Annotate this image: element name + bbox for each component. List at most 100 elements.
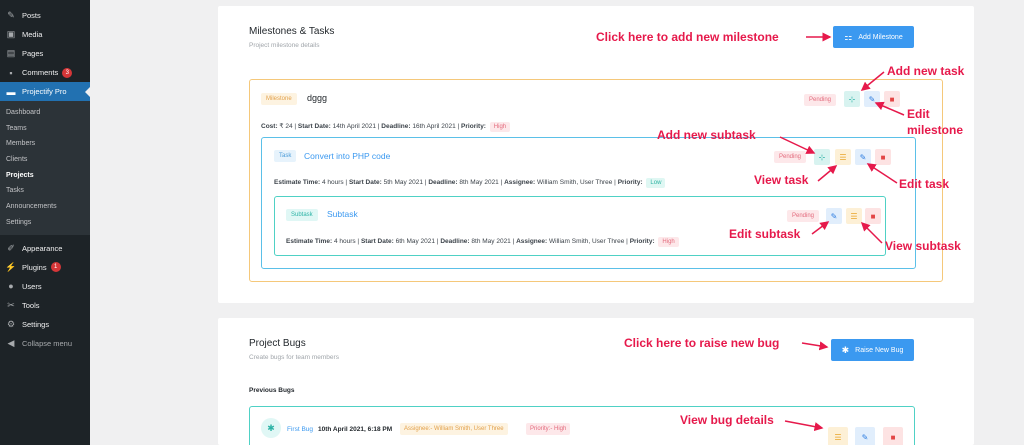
annotation-add-task: Add new task [887,64,965,78]
projectify-submenu: Dashboard Teams Members Clients Projects… [0,101,90,235]
delete-milestone-button[interactable]: ■ [884,91,900,107]
add-milestone-button[interactable]: ⚏ Add Milestone [833,26,914,48]
submenu-clients[interactable]: Clients [0,152,90,168]
bugs-subtitle: Create bugs for team members [249,354,339,361]
edit-bug-button[interactable]: ✎ [855,427,875,445]
menu-item-projectify-pro[interactable]: ▬ Projectify Pro [0,82,90,101]
submenu-teams[interactable]: Teams [0,121,90,137]
bug-priority-badge: Priority:- High [526,423,571,435]
pencil-icon: ✎ [868,94,876,104]
submenu-announcements[interactable]: Announcements [0,199,90,215]
annotation-edit-milestone-line2: milestone [907,123,964,137]
annotation-edit-task: Edit task [899,177,950,191]
view-subtask-button[interactable]: ☰ [846,208,862,224]
menu-item-tools[interactable]: ✂ Tools [0,296,90,315]
annotation-add-milestone: Click here to add new milestone [596,30,779,44]
menu-item-comments[interactable]: ▪ Comments 3 [0,63,90,82]
pencil-icon: ✎ [859,152,867,162]
delete-bug-button[interactable]: ■ [883,427,903,445]
milestones-card: Milestones & Tasks Project milestone det… [218,6,974,303]
comments-count-badge: 3 [62,67,73,78]
submenu-settings[interactable]: Settings [0,215,90,231]
brush-icon: ✐ [7,242,15,253]
annotation-edit-milestone-line1: Edit [907,107,930,121]
plugins-count-badge: 1 [50,262,61,272]
pin-icon: ✎ [7,10,15,20]
milestone-icon: ⚏ [844,31,853,42]
pencil-icon: ✎ [830,211,838,221]
milestone-meta: Cost: ₹ 24 | Start Date: 14th April 2021… [261,122,511,132]
milestone-box: Milestone dggg Pending ⊹ ✎ ■ Cost: ₹ 24 … [249,79,943,282]
milestone-tag: Milestone [261,93,297,105]
annotation-raise-bug: Click here to raise new bug [624,336,780,350]
bug-icon: ✱ [841,344,850,355]
edit-milestone-button[interactable]: ✎ [864,91,880,107]
subtask-tag: Subtask [286,209,318,221]
raise-new-bug-button[interactable]: ✱ Raise New Bug [831,339,914,361]
task-meta: Estimate Time: 4 hours | Start Date: 5th… [274,178,666,188]
milestone-priority-badge: High [489,122,511,132]
delete-task-button[interactable]: ■ [875,149,891,165]
menu-item-plugins[interactable]: ⚡ Plugins 1 [0,258,90,277]
trash-icon: ■ [880,152,886,162]
pencil-icon: ✎ [861,432,869,442]
bugs-card: Project Bugs Create bugs for team member… [218,318,974,445]
edit-subtask-button[interactable]: ✎ [826,208,842,224]
list-icon: ☰ [839,152,847,162]
bug-title-link[interactable]: First Bug [287,426,313,433]
menu-item-media[interactable]: ▣ Media [0,25,90,44]
view-task-button[interactable]: ☰ [835,149,851,165]
folder-icon: ▬ [6,86,16,97]
bugs-title: Project Bugs [249,338,306,349]
submenu-projects[interactable]: Projects [0,168,90,184]
submenu-tasks[interactable]: Tasks [0,183,90,199]
plugin-icon: ⚡ [5,261,17,272]
bug-row: ✱ First Bug 10th April 2021, 6:18 PM Ass… [249,406,915,445]
add-subtask-button[interactable]: ⊹ [814,149,830,165]
menu-item-appearance[interactable]: ✐ Appearance [0,239,90,258]
task-priority-badge: Low [646,178,666,188]
milestone-name: dggg [307,93,328,103]
menu-item-settings[interactable]: ⚙ Settings [0,315,90,334]
milestone-status-badge: Pending [804,94,837,106]
list-icon: ☰ [850,211,858,221]
annotation-view-task: View task [754,173,809,187]
task-box: Task Convert into PHP code Pending ⊹ ☰ ✎… [261,137,916,269]
bug-icon: ✱ [261,418,281,438]
subtask-title-link[interactable]: Subtask [327,209,358,219]
bug-date: 10th April 2021, 6:18 PM [318,426,393,433]
delete-subtask-button[interactable]: ■ [865,208,881,224]
admin-sidebar: ✎ Posts ▣ Media ▤ Pages ▪ Comments 3 ▬ Project… [0,0,90,445]
settings-icon: ⚙ [6,318,16,329]
pages-icon: ▤ [6,48,16,58]
task-title-link[interactable]: Convert into PHP code [304,151,390,161]
collapse-icon: ◀ [7,337,15,348]
menu-item-posts[interactable]: ✎ Posts [0,6,90,25]
plus-icon: ⊹ [848,94,856,104]
milestones-subtitle: Project milestone details [249,42,320,49]
annotation-edit-subtask: Edit subtask [729,227,801,241]
annotation-view-subtask: View subtask [885,239,961,253]
add-task-button[interactable]: ⊹ [844,91,860,107]
view-bug-button[interactable]: ☰ [828,427,848,445]
comment-icon: ▪ [9,67,13,78]
previous-bugs-label: Previous Bugs [249,387,295,394]
subtask-status-badge: Pending [787,210,820,222]
edit-task-button[interactable]: ✎ [855,149,871,165]
list-icon: ☰ [834,432,842,442]
task-tag: Task [274,150,297,162]
menu-item-pages[interactable]: ▤ Pages [0,44,90,63]
users-icon: ● [8,281,14,291]
menu-item-users[interactable]: ● Users [0,277,90,296]
menu-item-collapse[interactable]: ◀ Collapse menu [0,334,90,353]
subtask-meta: Estimate Time: 4 hours | Start Date: 6th… [286,237,679,247]
plus-icon: ⊹ [818,152,826,162]
annotation-view-bug: View bug details [680,413,774,427]
annotation-add-subtask: Add new subtask [657,128,756,142]
subtask-box: Subtask Subtask Pending ✎ ☰ ■ Estimate T… [274,196,886,256]
submenu-members[interactable]: Members [0,136,90,152]
subtask-priority-badge: High [658,237,679,247]
trash-icon: ■ [870,211,876,221]
submenu-dashboard[interactable]: Dashboard [0,105,90,121]
wrench-icon: ✂ [7,299,15,310]
